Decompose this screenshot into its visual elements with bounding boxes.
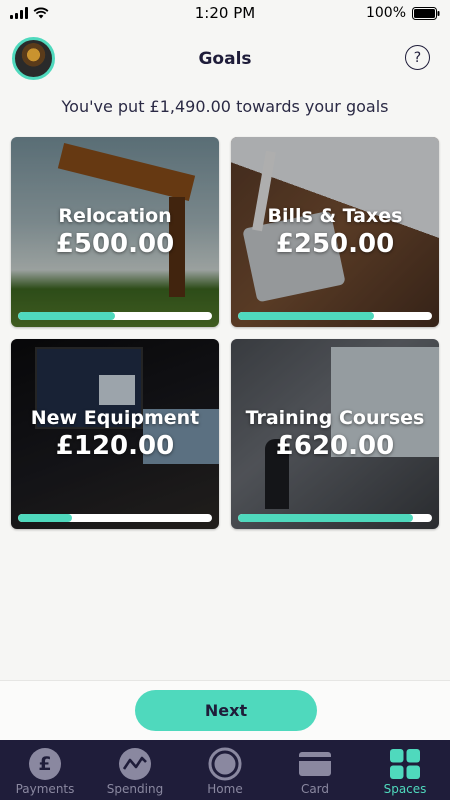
help-icon: ? <box>413 49 422 66</box>
tab-bar: £ Payments Spending Home Card Spaces <box>0 740 450 800</box>
goal-progress-fill <box>238 312 374 320</box>
tab-home[interactable]: Home <box>180 740 270 800</box>
tab-label: Spaces <box>383 782 427 796</box>
tab-payments[interactable]: £ Payments <box>0 740 90 800</box>
card-icon <box>299 747 331 780</box>
tab-label: Spending <box>106 782 164 796</box>
battery-percent: 100% <box>365 5 406 21</box>
goal-progress-bar <box>238 514 432 522</box>
goal-amount: £500.00 <box>55 229 175 259</box>
signal-icon <box>10 7 28 19</box>
trend-chart-icon <box>119 747 151 780</box>
tab-spending[interactable]: Spending <box>90 740 180 800</box>
goal-name: New Equipment <box>30 407 200 429</box>
goal-name: Bills & Taxes <box>267 205 403 227</box>
status-left <box>10 7 49 19</box>
goal-progress-fill <box>238 514 413 522</box>
spaces-grid-icon <box>390 747 420 780</box>
savings-summary: You've put £1,490.00 towards your goals <box>61 97 389 116</box>
goal-progress-bar <box>18 514 212 522</box>
pound-coin-icon: £ <box>29 747 61 780</box>
goal-progress-bar <box>238 312 432 320</box>
goal-name: Training Courses <box>245 407 425 429</box>
page-title: Goals <box>198 49 252 69</box>
battery-icon <box>412 6 440 20</box>
goal-amount: £620.00 <box>275 431 395 461</box>
goal-progress-fill <box>18 514 73 522</box>
goal-card-new-equipment[interactable]: New Equipment £120.00 <box>11 339 219 529</box>
tab-label: Home <box>207 782 243 796</box>
status-right: 100% <box>366 5 440 21</box>
goal-card-bills-taxes[interactable]: Bills & Taxes £250.00 <box>231 137 439 327</box>
goal-progress-fill <box>18 312 115 320</box>
goal-progress-bar <box>18 312 212 320</box>
tab-card[interactable]: Card <box>270 740 360 800</box>
avatar[interactable] <box>12 37 55 80</box>
help-button[interactable]: ? <box>405 45 430 70</box>
goal-grid: Relocation £500.00 Bills & Taxes £250.00… <box>11 137 439 529</box>
goal-amount: £120.00 <box>55 431 175 461</box>
status-bar: 1:20 PM 100% <box>0 0 450 26</box>
tab-label: Card <box>300 782 330 796</box>
goal-card-relocation[interactable]: Relocation £500.00 <box>11 137 219 327</box>
tab-spaces[interactable]: Spaces <box>360 740 450 800</box>
tab-label: Payments <box>15 782 75 796</box>
goal-name: Relocation <box>58 205 172 227</box>
next-button[interactable]: Next <box>135 690 317 731</box>
goal-amount: £250.00 <box>275 229 395 259</box>
goal-card-training-courses[interactable]: Training Courses £620.00 <box>231 339 439 529</box>
header: Goals ? <box>0 36 450 82</box>
home-ring-icon <box>208 747 242 780</box>
wifi-icon <box>33 7 49 19</box>
